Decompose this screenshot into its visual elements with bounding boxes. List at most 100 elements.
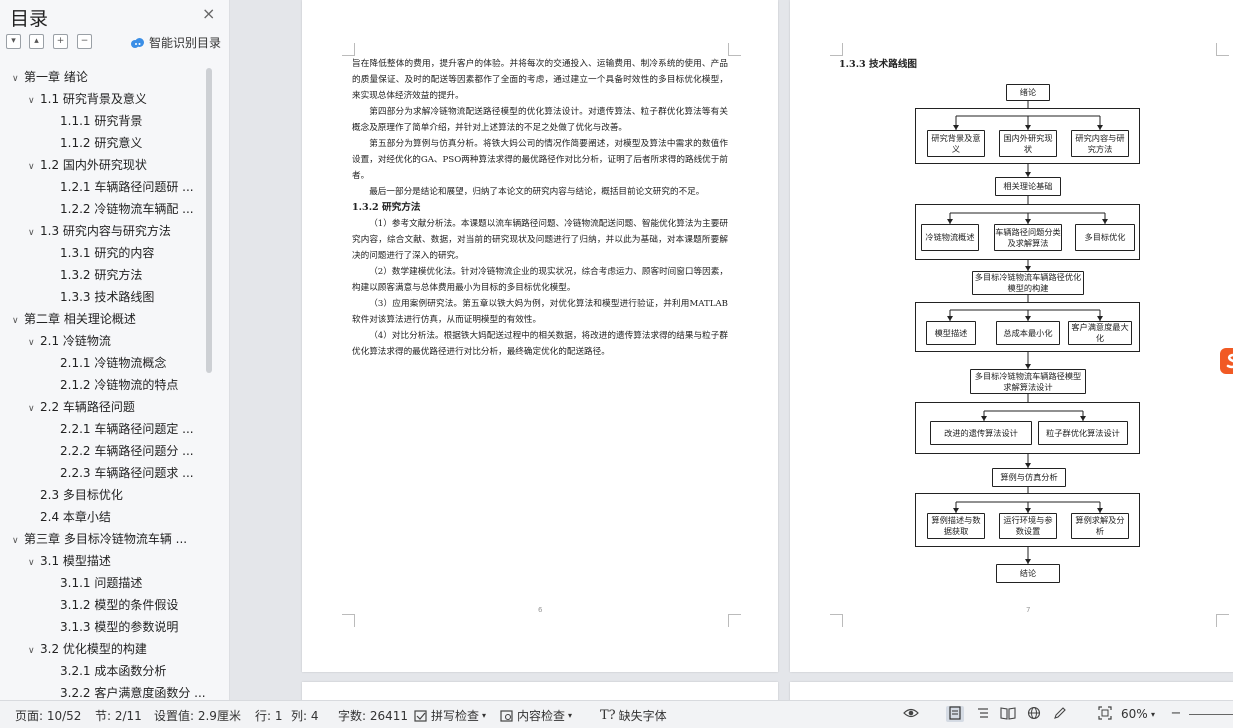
smart-recognize-toc-button[interactable]: 智能识别目录	[130, 34, 221, 51]
sogou-logo-icon	[1220, 348, 1233, 374]
toc-item[interactable]: ∨ 第一章 绪论	[12, 66, 88, 88]
eye-protection-icon[interactable]	[902, 706, 920, 722]
toc-item-label: 2.4 本章小结	[40, 510, 111, 524]
missing-font-button[interactable]: T? 缺失字体	[600, 707, 667, 724]
toc-item-label: 3.1.3 模型的参数说明	[60, 620, 179, 634]
zoom-level[interactable]: 60%	[1121, 707, 1148, 721]
toc-item[interactable]: ∨ 3.1 模型描述	[28, 550, 111, 572]
chevron-down-icon[interactable]: ∨	[28, 552, 40, 574]
toc-item[interactable]: 3.2.2 客户满意度函数分 ...	[60, 682, 206, 700]
remove-heading-icon[interactable]: −	[77, 34, 92, 49]
toc-item[interactable]: 3.1.1 问题描述	[60, 572, 142, 594]
chevron-down-icon[interactable]: ∨	[28, 156, 40, 178]
chevron-down-icon[interactable]: ▾	[1151, 710, 1155, 719]
chevron-down-icon: ▾	[568, 711, 573, 720]
toc-item[interactable]: 2.2.1 车辆路径问题定 ...	[60, 418, 194, 440]
toc-item[interactable]: 3.1.2 模型的条件假设	[60, 594, 178, 616]
toc-item[interactable]: 2.2.3 车辆路径问题求 ...	[60, 462, 194, 484]
toc-item[interactable]: ∨ 第二章 相关理论概述	[12, 308, 136, 330]
flowchart-node: 车辆路径问题分类及求解算法	[994, 224, 1062, 251]
col-indicator: 列: 4	[291, 709, 319, 723]
word-count[interactable]: 字数: 26411	[338, 707, 408, 724]
toc-item[interactable]: 2.3 多目标优化	[28, 484, 123, 506]
outline-view-icon[interactable]	[974, 706, 992, 722]
flowchart-node: 相关理论基础	[995, 177, 1061, 196]
spell-check-button[interactable]: 拼写检查 ▾	[414, 707, 486, 724]
chevron-down-icon[interactable]: ∨	[12, 530, 24, 552]
pen-icon[interactable]	[1051, 706, 1069, 722]
toc-item[interactable]: ∨ 1.2 国内外研究现状	[28, 154, 147, 176]
toc-item[interactable]: 1.3.3 技术路线图	[60, 286, 154, 308]
reading-mode-icon[interactable]	[999, 706, 1017, 722]
toc-item[interactable]: ∨ 2.1 冷链物流	[28, 330, 111, 352]
web-layout-icon[interactable]	[1025, 706, 1043, 722]
toc-item[interactable]: 3.2.1 成本函数分析	[60, 660, 166, 682]
flowchart-node: 粒子群优化算法设计	[1038, 421, 1128, 445]
toc-sidebar: 目录 × ▾ ▴ + − 智能识别目录 ∨ 第一章 绪论 ∨ 1.1 研究背景及意义 1…	[0, 0, 230, 700]
close-icon[interactable]: ×	[202, 4, 215, 23]
zoom-out-icon[interactable]: −	[1167, 706, 1185, 722]
toc-item-label: 1.1 研究背景及意义	[40, 92, 147, 106]
toc-item[interactable]: 1.2.2 冷链物流车辆配 ...	[60, 198, 194, 220]
toc-item[interactable]: 3.1.3 模型的参数说明	[60, 616, 178, 638]
toc-item[interactable]: 1.3.2 研究方法	[60, 264, 142, 286]
toc-item[interactable]: ∨ 第三章 多目标冷链物流车辆 ...	[12, 528, 187, 550]
content-check-label: 内容检查	[517, 709, 566, 723]
page-8[interactable]	[302, 682, 778, 700]
page-indicator[interactable]: 页面: 10/52	[15, 707, 81, 724]
toc-item-label: 1.2.1 车辆路径问题研 ...	[60, 180, 194, 194]
toc-item-label: 2.1.1 冷链物流概念	[60, 356, 167, 370]
page-6[interactable]: 旨在降低整体的费用，提升客户的体验。并将每次的交通投入、运输费用、制冷系统的使用…	[302, 0, 778, 672]
cloud-icon	[131, 37, 144, 48]
flowchart-node: 研究背景及意义	[927, 130, 985, 157]
row-indicator: 行: 1	[255, 709, 283, 723]
toc-item[interactable]: 1.2.1 车辆路径问题研 ...	[60, 176, 194, 198]
chevron-down-icon[interactable]: ∨	[28, 90, 40, 112]
toc-item-label: 1.2 国内外研究现状	[40, 158, 147, 172]
toc-item-label: 1.3.3 技术路线图	[60, 290, 155, 304]
toc-item[interactable]: 1.3.1 研究的内容	[60, 242, 154, 264]
chevron-down-icon[interactable]: ∨	[12, 310, 24, 332]
content-check-icon	[500, 709, 513, 722]
flowchart-node: 多目标冷链物流车辆路径优化模型的构建	[972, 271, 1084, 295]
toc-item[interactable]: 2.4 本章小结	[28, 506, 111, 528]
chevron-down-icon[interactable]: ∨	[28, 640, 40, 662]
setting-value[interactable]: 设置值: 2.9厘米	[154, 707, 241, 724]
content-check-button[interactable]: 内容检查 ▾	[500, 707, 572, 724]
toc-item-label: 第一章 绪论	[24, 70, 88, 84]
toc-item[interactable]: ∨ 1.3 研究内容与研究方法	[28, 220, 171, 242]
paragraph: 最后一部分是结论和展望，归纳了本论文的研究内容与结论，概括目前论文研究的不足。	[369, 187, 705, 197]
section-indicator[interactable]: 节: 2/11	[95, 707, 142, 724]
toc-item[interactable]: ∨ 3.2 优化模型的构建	[28, 638, 147, 660]
add-heading-icon[interactable]: +	[53, 34, 68, 49]
sogou-ime-icon[interactable]	[1220, 348, 1233, 374]
chevron-down-icon[interactable]: ∨	[28, 332, 40, 354]
collapse-all-icon[interactable]: ▾	[6, 34, 21, 49]
fit-page-icon[interactable]	[1096, 706, 1114, 722]
flowchart-node: 算例求解及分析	[1071, 513, 1129, 539]
zoom-slider[interactable]	[1189, 714, 1233, 715]
page-9[interactable]	[790, 682, 1233, 700]
toc-item-label: 3.1.2 模型的条件假设	[60, 598, 179, 612]
toc-item[interactable]: 2.2.2 车辆路径问题分 ...	[60, 440, 194, 462]
page-view-icon[interactable]	[946, 706, 964, 722]
toc-item-label: 3.2 优化模型的构建	[40, 642, 147, 656]
chevron-down-icon[interactable]: ∨	[28, 222, 40, 244]
page-7[interactable]: 1.3.3 技术路线图 绪论 研究背景及意义 国内外研究现状 研究内容与研究方法 相关理…	[790, 0, 1233, 672]
flowchart-node: 总成本最小化	[996, 321, 1060, 345]
toc-item[interactable]: ∨ 2.2 车辆路径问题	[28, 396, 135, 418]
toc-scrollbar[interactable]	[206, 68, 212, 373]
toc-item[interactable]: 1.1.1 研究背景	[60, 110, 142, 132]
toc-item[interactable]: 2.1.1 冷链物流概念	[60, 352, 166, 374]
toc-item[interactable]: 2.1.2 冷链物流的特点	[60, 374, 178, 396]
expand-all-icon[interactable]: ▴	[29, 34, 44, 49]
tech-roadmap-flowchart: 绪论 研究背景及意义 国内外研究现状 研究内容与研究方法 相关理论基础 冷链物流概述 车辆路…	[790, 0, 1233, 600]
flowchart-node: 改进的遗传算法设计	[930, 421, 1032, 445]
toc-title: 目录	[10, 8, 49, 30]
toc-item[interactable]: 1.1.2 研究意义	[60, 132, 142, 154]
flowchart-node: 算例描述与数据获取	[927, 513, 985, 539]
toc-item[interactable]: ∨ 1.1 研究背景及意义	[28, 88, 147, 110]
chevron-down-icon[interactable]: ∨	[12, 68, 24, 90]
chevron-down-icon[interactable]: ∨	[28, 398, 40, 420]
toc-item-label: 1.3.1 研究的内容	[60, 246, 155, 260]
